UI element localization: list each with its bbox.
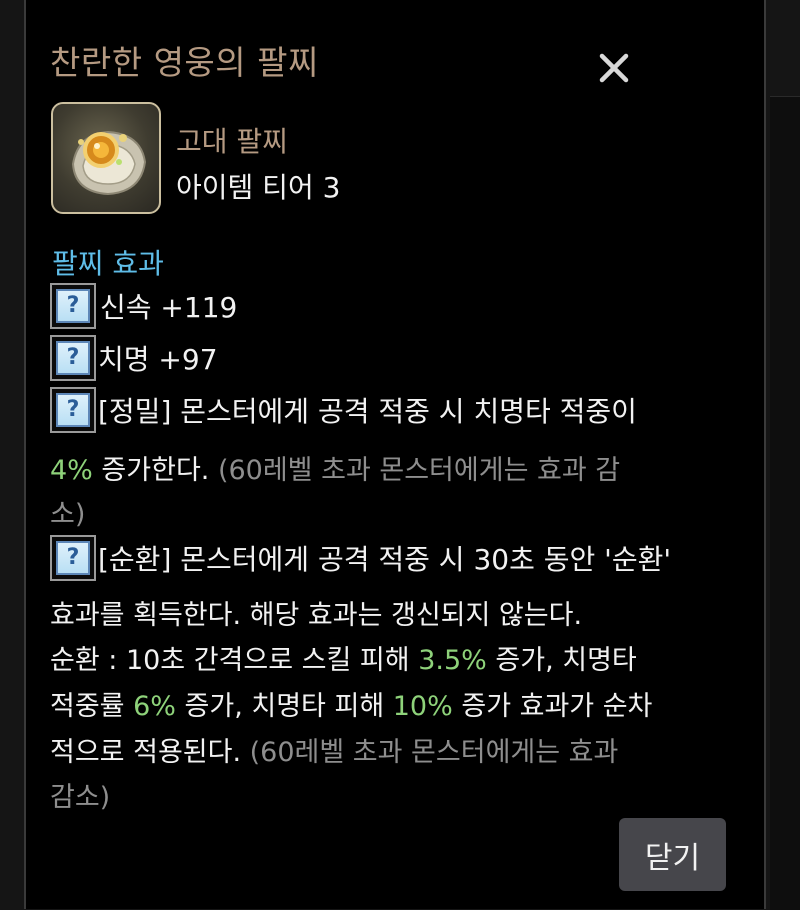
cycle-line-2: 효과를 획득한다. 해당 효과는 갱신되지 않는다. bbox=[50, 600, 583, 631]
bracelet-effects-heading: 팔찌 효과 bbox=[52, 247, 164, 280]
cycle-line-3: 순환 : 10초 간격으로 스킬 피해 3.5% 증가, 치명타 bbox=[50, 645, 637, 676]
dialog-title: 찬란한 영웅의 팔찌 bbox=[50, 43, 319, 82]
cycle-line-1: [순환] 몬스터에게 공격 적중 시 30초 동안 '순환' bbox=[98, 543, 672, 576]
unknown-stat-icon: ? bbox=[50, 283, 96, 329]
item-category: 고대 팔찌 bbox=[176, 125, 288, 158]
precision-line-2: 4% 증가한다. (60레벨 초과 몬스터에게는 효과 감 bbox=[50, 455, 621, 486]
unknown-effect-icon: ? bbox=[50, 535, 96, 581]
background-strip bbox=[770, 96, 800, 910]
cycle-line-4: 적중률 6% 증가, 치명타 피해 10% 증가 효과가 순차 bbox=[50, 691, 653, 722]
bracelet-icon bbox=[51, 102, 161, 214]
stat-swiftness-row: ? 신속 +119 bbox=[50, 283, 237, 329]
stat-crit: 치명 +97 bbox=[98, 343, 218, 376]
cycle-line-5: 적으로 적용된다. (60레벨 초과 몬스터에게는 효과 bbox=[50, 737, 619, 768]
precision-line-1: [정밀] 몬스터에게 공격 적중 시 치명타 적중이 bbox=[98, 395, 637, 428]
close-icon[interactable] bbox=[592, 48, 636, 88]
precision-line-3: 소) bbox=[50, 499, 86, 530]
effect-cycle-row: ? [순환] 몬스터에게 공격 적중 시 30초 동안 '순환' bbox=[50, 535, 671, 581]
item-tier: 아이템 티어 3 bbox=[176, 171, 341, 204]
unknown-stat-icon: ? bbox=[50, 335, 96, 381]
close-button[interactable]: 닫기 bbox=[619, 818, 726, 891]
unknown-effect-icon: ? bbox=[50, 387, 96, 433]
cycle-line-6: 감소) bbox=[50, 782, 111, 813]
stat-crit-row: ? 치명 +97 bbox=[50, 335, 218, 381]
stat-swiftness: 신속 +119 bbox=[100, 291, 238, 324]
effect-precision-row: ? [정밀] 몬스터에게 공격 적중 시 치명타 적중이 bbox=[50, 387, 637, 433]
